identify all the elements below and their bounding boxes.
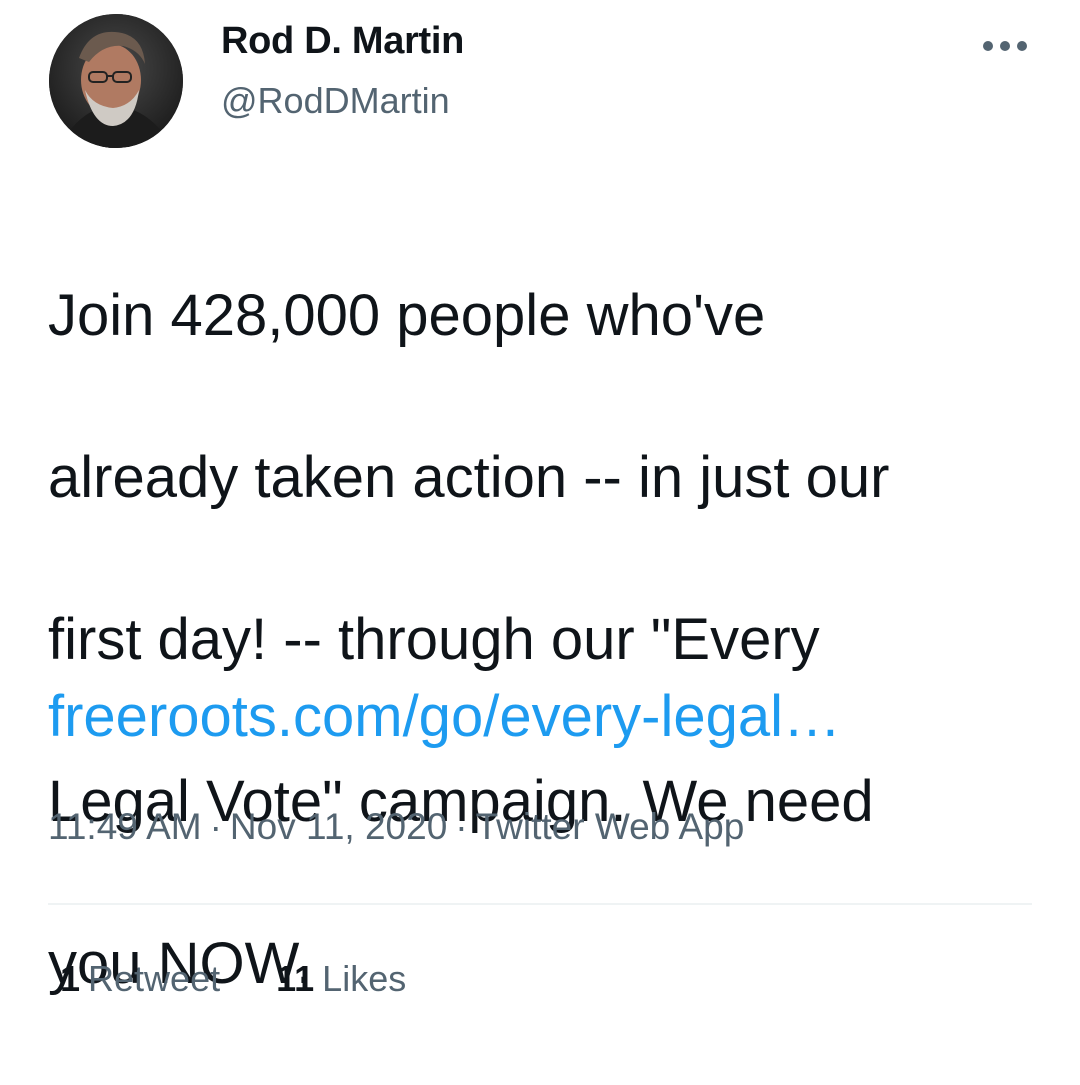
more-horizontal-icon — [983, 41, 1027, 51]
likes-stat[interactable]: 11 Likes — [276, 958, 406, 1000]
display-name[interactable]: Rod D. Martin — [221, 20, 464, 63]
tweet-text: Join 428,000 people who've already taken… — [48, 194, 1048, 1085]
engagement-stats: 1 Retweet 11 Likes — [60, 958, 406, 1000]
retweets-label: Retweet — [88, 958, 221, 999]
tweet-date[interactable]: Nov 11, 2020 — [230, 806, 447, 847]
tweet-time[interactable]: 11:49 AM — [48, 806, 202, 847]
tweet-text-line: first day! -- through our "Every — [48, 607, 820, 672]
tweet-link[interactable]: freeroots.com/go/every-legal… — [48, 676, 841, 757]
likes-label: Likes — [322, 958, 407, 999]
more-options-button[interactable] — [978, 26, 1032, 66]
retweets-count: 1 — [60, 958, 81, 999]
likes-count: 11 — [276, 958, 315, 999]
avatar-photo — [49, 14, 183, 148]
user-handle[interactable]: @RodDMartin — [221, 80, 450, 122]
tweet-text-line: Join 428,000 people who've — [48, 283, 766, 348]
retweets-stat[interactable]: 1 Retweet — [60, 958, 220, 1000]
meta-separator: · — [209, 806, 222, 847]
avatar[interactable] — [49, 14, 183, 148]
tweet-source[interactable]: Twitter Web App — [476, 806, 745, 847]
divider — [48, 903, 1032, 905]
meta-separator: · — [455, 806, 468, 847]
tweet-text-line: already taken action -- in just our — [48, 445, 890, 510]
tweet-meta: 11:49 AM · Nov 11, 2020 · Twitter Web App — [48, 806, 744, 848]
